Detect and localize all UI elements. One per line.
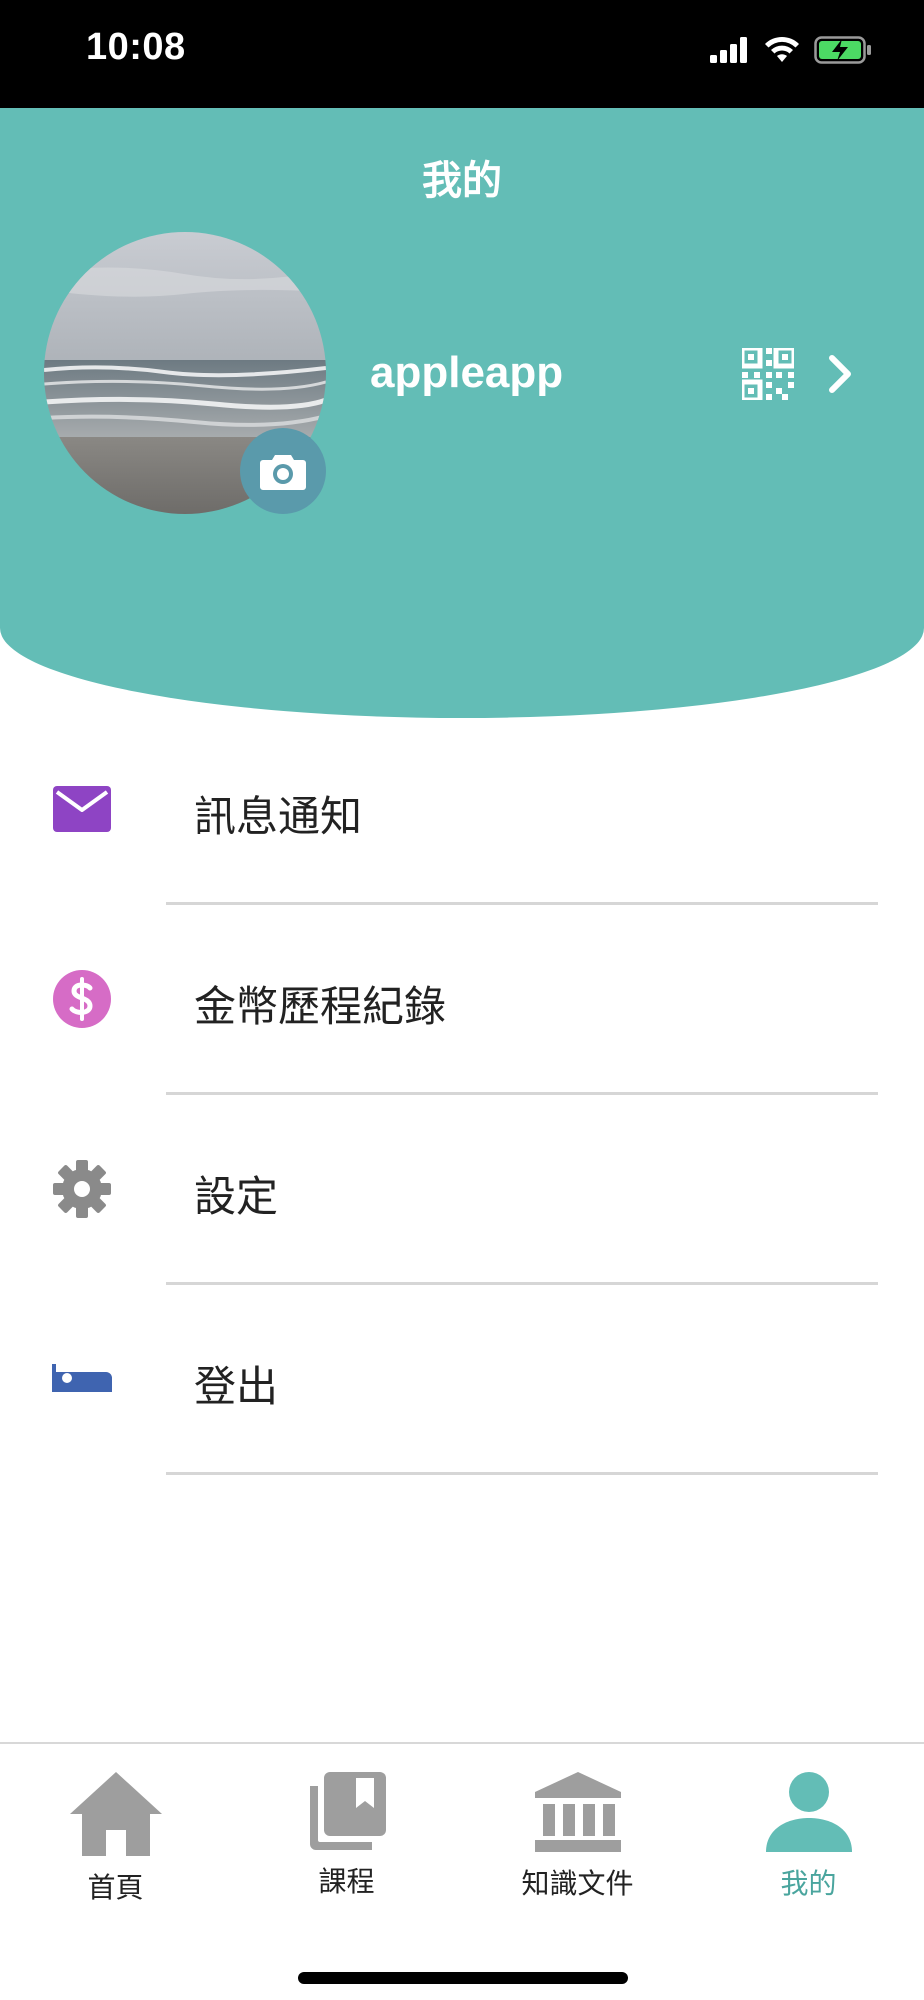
bank-icon [534,1772,621,1852]
menu-item-label: 登出 [194,1362,279,1411]
status-bar: 10:08 [0,0,924,108]
home-icon [69,1772,162,1856]
status-time: 10:08 [86,26,186,68]
tab-me[interactable]: 我的 [693,1770,924,1910]
menu-item-label: 訊息通知 [194,792,363,841]
bed-icon [52,1349,112,1409]
profile-header: 我的 appleapp [0,108,924,718]
qr-code-icon [739,345,797,403]
person-icon [765,1772,852,1852]
menu-list: 訊息通知 金幣歷程紀錄 設定 登出 [0,715,924,1475]
home-indicator[interactable] [298,1972,628,1984]
menu-item-label: 設定 [194,1172,279,1221]
camera-icon [260,455,306,490]
bookmark-stack-icon [309,1772,386,1850]
gear-icon [52,1159,112,1219]
tab-bar: 首頁 課程 知識文件 我的 [0,1742,924,2000]
menu-item-coin-history[interactable]: 金幣歷程紀錄 [0,905,924,1095]
page-title: 我的 [422,158,502,204]
tab-label: 首頁 [87,1871,144,1904]
battery-charging-icon [814,36,871,64]
menu-item-label: 金幣歷程紀錄 [194,982,447,1031]
tab-courses[interactable]: 課程 [231,1770,462,1910]
profile-detail-button[interactable] [820,354,860,394]
status-icons [710,36,872,64]
divider [166,1472,878,1475]
tab-label: 知識文件 [521,1867,634,1900]
username: appleapp [370,348,564,397]
chevron-right-icon [829,355,851,393]
menu-item-notifications[interactable]: 訊息通知 [0,715,924,905]
tab-label: 我的 [780,1867,837,1900]
menu-item-logout[interactable]: 登出 [0,1285,924,1475]
dollar-icon [52,969,112,1029]
wifi-icon [765,36,799,62]
tab-knowledge-docs[interactable]: 知識文件 [462,1770,693,1910]
signal-icon [710,37,747,63]
qr-code-button[interactable] [739,345,797,403]
change-photo-button[interactable] [240,428,326,514]
mail-icon [52,779,112,839]
tab-home[interactable]: 首頁 [0,1770,231,1910]
tab-label: 課程 [318,1865,375,1898]
menu-item-settings[interactable]: 設定 [0,1095,924,1285]
